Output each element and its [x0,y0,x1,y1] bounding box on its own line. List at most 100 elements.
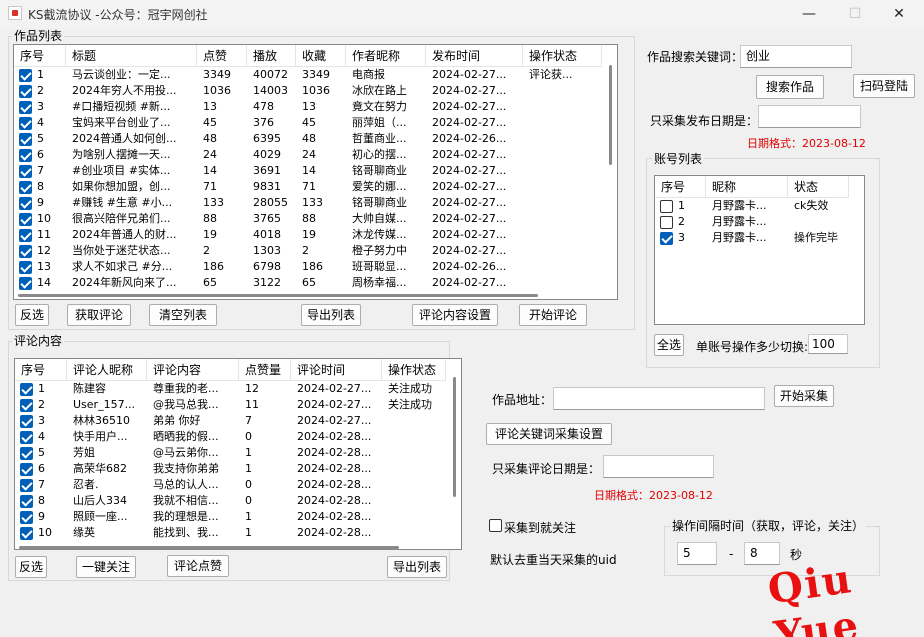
comments-row[interactable]: 9 照顾一座... 我的理想是... 1 2024-02-28... [15,509,446,525]
comment-keyword-settings-button[interactable]: 评论关键词采集设置 [486,423,612,445]
comments-row[interactable]: 4 快手用户... 晒晒我的假... 0 2024-02-28... [15,429,446,445]
works-col-header[interactable]: 发布时间 [426,45,523,67]
works-row[interactable]: 11 2024年普通人的财... 19 4018 19 沐龙传媒... 2024-02-27… [14,227,602,243]
accounts-cell-nick: 月野露卡... [712,231,767,244]
works-cell-author: 沐龙传媒... [352,228,407,241]
work-url-input[interactable] [553,387,765,410]
close-button[interactable]: ✕ [876,0,922,28]
search-works-button[interactable]: 搜索作品 [756,75,824,99]
works-cell-title: 如果你想加盟，创... [72,180,171,193]
works-row[interactable]: 14 2024年新风向来了... 65 3122 65 周杨幸福... 2024-02-27… [14,275,602,291]
works-col-header[interactable]: 播放 [247,45,296,67]
accounts-row[interactable]: 2 月野露卡... [655,214,849,230]
comment-date-input[interactable] [603,455,714,478]
works-cell-fav: 13 [302,100,316,113]
follow-on-collect-checkbox[interactable] [489,519,502,532]
comments-col-header[interactable]: 操作状态 [382,359,446,381]
accounts-col-header[interactable]: 序号 [655,176,706,198]
comments-row[interactable]: 2 User_157... @我马总我... 11 2024-02-27... 关注成功 [15,397,446,413]
comments-list-scrollbar[interactable] [446,359,461,549]
works-row[interactable]: 4 宝妈来平台创业了... 45 376 45 丽萍姐（... 2024-02-27... [14,115,602,131]
comments-row[interactable]: 1 陈建容 尊重我的老... 12 2024-02-27... 关注成功 [15,381,446,397]
follow-all-button[interactable]: 一键关注 [76,556,136,578]
works-cell-status [523,259,602,275]
comments-cell-nick: 忍者. [73,478,99,491]
comments-cell-time: 2024-02-28... [297,510,372,523]
works-col-header[interactable]: 点赞 [197,45,247,67]
fetch-comments-button[interactable]: 获取评论 [67,304,131,326]
comments-export-button[interactable]: 导出列表 [387,556,447,578]
publish-date-input[interactable] [758,105,861,128]
works-cell-author: 初心的摆... [352,148,407,161]
works-col-header[interactable]: 标题 [66,45,197,67]
works-col-header[interactable]: 收藏 [296,45,346,67]
interval-to-input[interactable]: 8 [744,542,780,565]
works-cell-no: 4 [37,116,44,129]
comments-cell-content: 我支持你弟弟 [153,462,219,475]
qr-login-button[interactable]: 扫码登陆 [853,74,915,98]
minimize-button[interactable]: — [786,0,832,28]
works-export-button[interactable]: 导出列表 [301,304,361,326]
accounts-list-scrollbar[interactable] [849,176,864,324]
works-list-hscrollbar[interactable] [14,291,602,299]
accounts-list[interactable]: 序号 昵称 状态 1 月野露卡... ck失效 2 月野露卡... 3 月野露卡... 操作完毕 [654,175,865,325]
works-list[interactable]: 序号 标题 点赞 播放 收藏 作者昵称 发布时间 操作状态 1 马云谈创业：一定... 3349 4… [13,44,618,300]
comments-col-header[interactable]: 点赞量 [239,359,291,381]
accounts-col-header[interactable]: 昵称 [706,176,788,198]
works-cell-time: 2024-02-27... [432,244,507,257]
select-all-button[interactable]: 全选 [654,334,684,356]
accounts-cell-nick: 月野露卡... [712,215,767,228]
works-col-header[interactable]: 作者昵称 [346,45,426,67]
comments-col-header[interactable]: 评论内容 [147,359,239,381]
comments-cell-likes: 0 [245,430,252,443]
start-comment-button[interactable]: 开始评论 [519,304,587,326]
works-col-header[interactable]: 序号 [14,45,66,67]
comments-invert-button[interactable]: 反选 [15,556,47,578]
start-collect-button[interactable]: 开始采集 [774,385,834,407]
works-row[interactable]: 13 求人不如求己 #分... 186 6798 186 班哥聪显... 2024-02-2… [14,259,602,275]
works-row[interactable]: 2 2024年穷人不用投... 1036 14003 1036 冰欣在路上 2024-02-… [14,83,602,99]
switch-count-input[interactable]: 100 [808,334,848,354]
works-cell-plays: 6798 [253,260,281,273]
works-invert-button[interactable]: 反选 [15,304,49,326]
works-cell-title: #赚钱 #生意 #小... [72,196,173,209]
comments-row[interactable]: 10 缘英 能找到、我... 1 2024-02-28... [15,525,446,541]
works-row[interactable]: 9 #赚钱 #生意 #小... 133 28055 133 铭哥聊商业 2024-02-27… [14,195,602,211]
works-row[interactable]: 5 2024普通人如何创... 48 6395 48 哲董商业... 2024-02-26.… [14,131,602,147]
accounts-row[interactable]: 3 月野露卡... 操作完毕 [655,230,849,246]
works-cell-time: 2024-02-27... [432,164,507,177]
like-comment-button[interactable]: 评论点赞 [167,555,229,577]
clear-list-button[interactable]: 清空列表 [149,304,217,326]
works-row[interactable]: 1 马云谈创业：一定... 3349 40072 3349 电商报 2024-02-27..… [14,67,602,83]
works-list-body: 1 马云谈创业：一定... 3349 40072 3349 电商报 2024-02-27..… [14,67,602,299]
comments-list-hscrollbar[interactable] [15,543,446,549]
comments-row[interactable]: 7 忍者. 马总的认人... 0 2024-02-28... [15,477,446,493]
works-row[interactable]: 7 #创业项目 #实体... 14 3691 14 铭哥聊商业 2024-02-27... [14,163,602,179]
works-row[interactable]: 12 当你处于迷茫状态... 2 1303 2 橙子努力中 2024-02-27... [14,243,602,259]
comments-col-header[interactable]: 评论人昵称 [67,359,147,381]
comments-row[interactable]: 3 林林36510 弟弟 你好 7 2024-02-27... [15,413,446,429]
works-row[interactable]: 10 很高兴陪伴兄弟们... 88 3765 88 大帅自媒... 2024-02-27..… [14,211,602,227]
works-list-scrollbar[interactable] [602,45,617,299]
dedupe-note: 默认去重当天采集的uid [490,553,617,567]
comment-settings-button[interactable]: 评论内容设置 [412,304,498,326]
interval-from-input[interactable]: 5 [677,542,717,565]
comments-cell-no: 1 [38,382,45,395]
works-cell-no: 2 [37,84,44,97]
works-row[interactable]: 6 为啥别人摆摊一天... 24 4029 24 初心的摆... 2024-02-27... [14,147,602,163]
comments-row[interactable]: 6 高荣华682 我支持你弟弟 1 2024-02-28... [15,461,446,477]
comments-cell-status [382,461,446,477]
comments-row[interactable]: 8 山后人334 我就不相信... 0 2024-02-28... [15,493,446,509]
comments-col-header[interactable]: 序号 [15,359,67,381]
comments-row[interactable]: 5 芳姐 @马云弟你... 1 2024-02-28... [15,445,446,461]
works-row[interactable]: 8 如果你想加盟，创... 71 9831 71 爱笑的娜... 2024-02-27... [14,179,602,195]
works-col-header[interactable]: 操作状态 [523,45,602,67]
works-cell-status [523,163,602,179]
works-row[interactable]: 3 #口播短视频 #新... 13 478 13 竟文在努力 2024-02-27... [14,99,602,115]
comments-col-header[interactable]: 评论时间 [291,359,382,381]
keyword-input[interactable]: 创业 [740,45,852,68]
comments-list[interactable]: 序号 评论人昵称 评论内容 点赞量 评论时间 操作状态 1 陈建容 尊重我的老... 12 202… [14,358,462,550]
accounts-row[interactable]: 1 月野露卡... ck失效 [655,198,849,214]
accounts-col-header[interactable]: 状态 [788,176,849,198]
comments-cell-status [382,429,446,445]
